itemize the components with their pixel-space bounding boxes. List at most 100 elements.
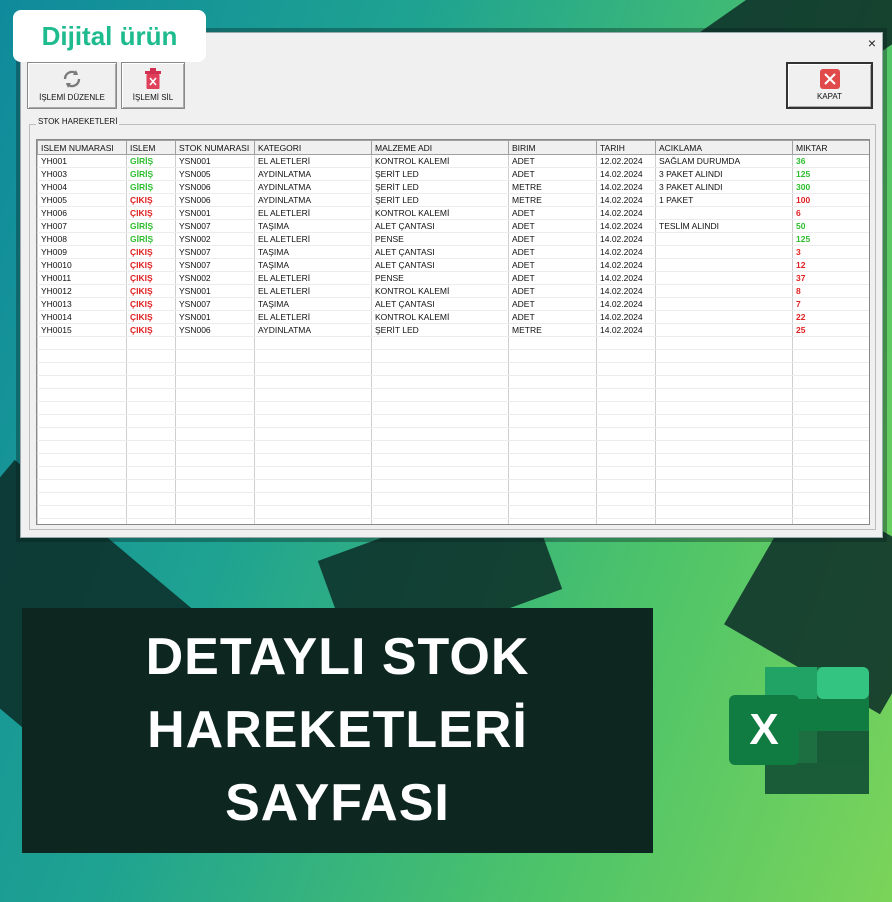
column-header[interactable]: STOK NUMARASI — [175, 140, 255, 155]
column-header[interactable]: ISLEM NUMARASI — [37, 140, 127, 155]
table-cell — [596, 479, 656, 493]
table-row[interactable] — [37, 479, 869, 493]
stock-movements-group: STOK HAREKETLERİ ISLEM NUMARASI ISLEM STOK… — [29, 117, 876, 530]
table-cell: ADET — [508, 310, 597, 324]
banner-line-3: SAYFASI — [225, 774, 450, 832]
stock-movements-window: × İŞLEMİ DÜZENLE İŞLEMİ SİL KAPAT STOK H… — [20, 32, 883, 538]
table-cell: YH0014 — [37, 310, 127, 324]
table-row[interactable] — [37, 453, 869, 467]
table-row[interactable] — [37, 336, 869, 350]
table-row[interactable] — [37, 349, 869, 363]
table-cell — [508, 349, 597, 363]
table-cell: 14.02.2024 — [596, 193, 656, 207]
table-row[interactable]: YH0011 ÇIKIŞ YSN002 EL ALETLERİ PENSE ADET 14.… — [37, 271, 869, 285]
table-cell: ÇIKIŞ — [126, 310, 176, 324]
table-cell: TESLİM ALINDI — [655, 219, 793, 233]
table-cell: ŞERİT LED — [371, 193, 509, 207]
table-row[interactable] — [37, 427, 869, 441]
table-row[interactable] — [37, 375, 869, 389]
table-cell — [126, 401, 176, 415]
delete-transaction-button[interactable]: İŞLEMİ SİL — [121, 62, 185, 109]
table-cell — [792, 505, 869, 519]
table-row[interactable]: YH0014 ÇIKIŞ YSN001 EL ALETLERİ KONTROL KALE… — [37, 310, 869, 324]
table-cell — [655, 375, 793, 389]
table-cell: 8 — [792, 284, 869, 298]
column-header[interactable]: BIRIM — [508, 140, 597, 155]
table-cell: 37 — [792, 271, 869, 285]
table-cell — [655, 479, 793, 493]
table-row[interactable]: YH003 GİRİŞ YSN005 AYDINLATMA ŞERİT LED ADET 1… — [37, 167, 869, 181]
table-header-row: ISLEM NUMARASI ISLEM STOK NUMARASI KATEGORI… — [37, 140, 869, 155]
table-cell — [792, 518, 869, 524]
table-cell: YH0012 — [37, 284, 127, 298]
table-cell: TAŞIMA — [254, 219, 372, 233]
edit-transaction-button[interactable]: İŞLEMİ DÜZENLE — [27, 62, 117, 109]
table-row[interactable] — [37, 518, 869, 524]
column-header[interactable]: ISLEM — [126, 140, 176, 155]
table-row[interactable]: YH009 ÇIKIŞ YSN007 TAŞIMA ALET ÇANTASI ADET 14… — [37, 245, 869, 259]
table-cell: EL ALETLERİ — [254, 206, 372, 220]
table-cell: ADET — [508, 271, 597, 285]
table-row[interactable] — [37, 505, 869, 519]
table-row[interactable]: YH005 ÇIKIŞ YSN006 AYDINLATMA ŞERİT LED METRE… — [37, 193, 869, 207]
table-cell — [371, 518, 509, 524]
edit-transaction-label: İŞLEMİ DÜZENLE — [39, 93, 105, 102]
table-cell: 14.02.2024 — [596, 180, 656, 194]
table-row[interactable]: YH008 GİRİŞ YSN002 EL ALETLERİ PENSE ADET 14.0… — [37, 232, 869, 246]
stock-movements-grid[interactable]: ISLEM NUMARASI ISLEM STOK NUMARASI KATEGORI… — [36, 139, 870, 525]
table-row[interactable]: YH001 GİRİŞ YSN001 EL ALETLERİ KONTROL KALEM… — [37, 154, 869, 168]
table-cell — [37, 375, 127, 389]
table-row[interactable] — [37, 401, 869, 415]
promo-banner: DETAYLI STOK HAREKETLERİ SAYFASI — [22, 608, 653, 853]
table-cell — [508, 427, 597, 441]
table-cell: 14.02.2024 — [596, 271, 656, 285]
table-row[interactable]: YH004 GİRİŞ YSN006 AYDINLATMA ŞERİT LED METRE… — [37, 180, 869, 194]
table-row[interactable] — [37, 388, 869, 402]
table-row[interactable]: YH006 ÇIKIŞ YSN001 EL ALETLERİ KONTROL KALEM… — [37, 206, 869, 220]
table-cell: METRE — [508, 193, 597, 207]
column-header[interactable]: TARIH — [596, 140, 656, 155]
table-cell — [37, 440, 127, 454]
table-cell — [596, 440, 656, 454]
column-header[interactable]: MALZEME ADI — [371, 140, 509, 155]
table-row[interactable] — [37, 414, 869, 428]
close-button[interactable]: KAPAT — [786, 62, 873, 109]
table-cell — [254, 453, 372, 467]
table-row[interactable] — [37, 466, 869, 480]
table-cell: TAŞIMA — [254, 297, 372, 311]
table-cell: ÇIKIŞ — [126, 193, 176, 207]
table-cell: YH003 — [37, 167, 127, 181]
table-row[interactable]: YH0013 ÇIKIŞ YSN007 TAŞIMA ALET ÇANTASI ADET 1… — [37, 297, 869, 311]
table-row[interactable]: YH007 GİRİŞ YSN007 TAŞIMA ALET ÇANTASI ADET 14… — [37, 219, 869, 233]
column-header[interactable]: MIKTAR — [792, 140, 869, 155]
table-cell: YH008 — [37, 232, 127, 246]
table-cell: 12.02.2024 — [596, 154, 656, 168]
table-cell — [175, 479, 255, 493]
table-cell: GİRİŞ — [126, 180, 176, 194]
table-row[interactable]: YH0012 ÇIKIŞ YSN001 EL ALETLERİ KONTROL KALE… — [37, 284, 869, 298]
table-cell — [596, 492, 656, 506]
table-cell: 22 — [792, 310, 869, 324]
table-cell — [655, 297, 793, 311]
table-row[interactable]: YH0010 ÇIKIŞ YSN007 TAŞIMA ALET ÇANTASI ADET 1… — [37, 258, 869, 272]
table-cell — [126, 336, 176, 350]
table-cell: 14.02.2024 — [596, 297, 656, 311]
table-row[interactable] — [37, 362, 869, 376]
table-cell: ADET — [508, 167, 597, 181]
table-cell: 3 PAKET ALINDI — [655, 167, 793, 181]
column-header[interactable]: KATEGORI — [254, 140, 372, 155]
table-cell: 125 — [792, 232, 869, 246]
table-row[interactable] — [37, 440, 869, 454]
column-header[interactable]: ACIKLAMA — [655, 140, 793, 155]
table-cell — [126, 518, 176, 524]
table-cell — [655, 505, 793, 519]
table-row[interactable] — [37, 492, 869, 506]
table-cell — [655, 492, 793, 506]
table-cell — [126, 440, 176, 454]
table-row[interactable]: YH0015 ÇIKIŞ YSN006 AYDINLATMA ŞERİT LED METR… — [37, 323, 869, 337]
table-cell: TAŞIMA — [254, 258, 372, 272]
table-cell — [508, 505, 597, 519]
window-close-icon[interactable]: × — [868, 35, 876, 51]
table-cell — [254, 505, 372, 519]
table-cell: YSN001 — [175, 284, 255, 298]
